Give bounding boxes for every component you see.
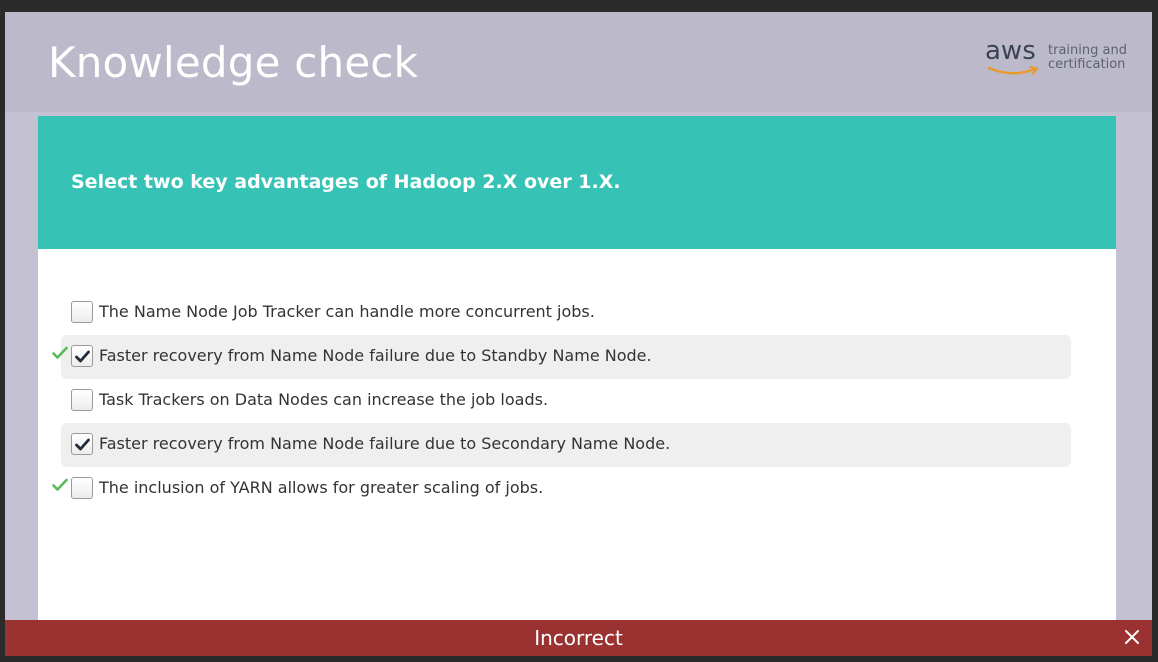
answer-option[interactable]: Faster recovery from Name Node failure d… — [61, 423, 1071, 467]
correct-checkmark-icon — [52, 478, 68, 497]
checkmark-icon — [75, 438, 90, 451]
answer-option[interactable]: The inclusion of YARN allows for greater… — [52, 467, 1071, 511]
logo-caption-line2: certification — [1048, 57, 1126, 72]
aws-wordmark: aws — [985, 36, 1036, 66]
answer-option[interactable]: Task Trackers on Data Nodes can increase… — [61, 379, 1071, 423]
logo-caption: training and certification — [1048, 44, 1127, 72]
answer-option-label: Task Trackers on Data Nodes can increase… — [99, 390, 549, 409]
answer-checkbox[interactable] — [71, 345, 93, 367]
answer-option-label: The Name Node Job Tracker can handle mor… — [99, 302, 595, 321]
page-title: Knowledge check — [48, 38, 419, 87]
aws-training-logo: aws training and certification — [985, 36, 1135, 80]
close-icon[interactable] — [1122, 627, 1142, 647]
checkmark-icon — [75, 350, 90, 363]
feedback-text: Incorrect — [534, 626, 623, 650]
question-text: Select two key advantages of Hadoop 2.X … — [71, 171, 621, 193]
answer-checkbox[interactable] — [71, 301, 93, 323]
answer-option[interactable]: The Name Node Job Tracker can handle mor… — [61, 291, 1071, 335]
answer-checkbox[interactable] — [71, 477, 93, 499]
question-card: Select two key advantages of Hadoop 2.X … — [38, 116, 1116, 636]
logo-caption-line1: training and — [1048, 43, 1127, 58]
correct-checkmark-icon — [52, 346, 68, 365]
answer-option-label: Faster recovery from Name Node failure d… — [99, 434, 671, 453]
feedback-bar: Incorrect — [5, 620, 1152, 656]
answer-checkbox[interactable] — [71, 433, 93, 455]
answer-option[interactable]: Faster recovery from Name Node failure d… — [52, 335, 1071, 379]
answer-option-label: The inclusion of YARN allows for greater… — [99, 478, 544, 497]
knowledge-check-window: Knowledge check aws training and certifi… — [5, 12, 1152, 656]
answer-checkbox[interactable] — [71, 389, 93, 411]
aws-smile-icon — [987, 66, 1039, 76]
header: Knowledge check aws training and certifi… — [5, 12, 1152, 112]
question-banner: Select two key advantages of Hadoop 2.X … — [38, 116, 1116, 249]
answer-option-label: Faster recovery from Name Node failure d… — [99, 346, 652, 365]
